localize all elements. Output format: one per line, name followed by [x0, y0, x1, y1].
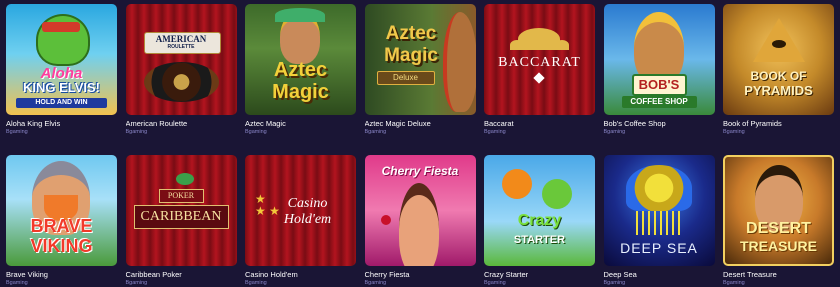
fruit-characters-icon [502, 169, 532, 199]
palm-tree-icon [175, 173, 194, 185]
art-line-1: Aztec [385, 23, 437, 44]
game-title[interactable]: American Roulette [126, 119, 237, 128]
game-card-caribbean-poker[interactable]: POKER CARIBBEAN Caribbean Poker Bgaming [125, 155, 237, 287]
game-provider: Bgaming [603, 280, 626, 286]
game-title[interactable]: Aloha King Elvis [6, 119, 117, 128]
game-card-cherry-fiesta[interactable]: Cherry Fiesta Cherry Fiesta Bgaming [364, 155, 476, 287]
game-title[interactable]: Desert Treasure [723, 270, 834, 279]
game-thumbnail[interactable]: AMERICAN ROULETTE [125, 4, 237, 115]
game-card-bobs-coffee-shop[interactable]: BOB'S COFFEE SHOP Bob's Coffee Shop Bgam… [603, 4, 715, 136]
art-line-1: BOB'S [631, 74, 687, 96]
art-line-1: DESERT [746, 220, 811, 237]
jellyfish-icon [625, 165, 692, 211]
game-thumbnail[interactable]: DESERT TREASURE [723, 155, 834, 266]
game-thumbnail[interactable]: BOB'S COFFEE SHOP [603, 4, 715, 115]
game-provider: Bgaming [484, 280, 506, 286]
roulette-wheel-icon [143, 62, 219, 102]
game-thumbnail[interactable]: Aztec Magic [245, 4, 356, 115]
game-card-aloha-king-elvis[interactable]: Aloha KING ELVIS! HOLD AND WIN Aloha Kin… [6, 4, 117, 136]
game-card-american-roulette[interactable]: AMERICAN ROULETTE American Roulette Bgam… [125, 4, 237, 136]
art-line-1: DEEP SEA [620, 240, 698, 256]
game-thumbnail[interactable]: POKER CARIBBEAN [125, 155, 237, 266]
art-line-2: COFFEE SHOP [621, 96, 697, 108]
art-line-1: BRAVE [30, 216, 93, 236]
game-thumbnail[interactable]: BOOK OF PYRAMIDS [723, 4, 834, 115]
game-provider: Bgaming [245, 129, 267, 135]
game-title[interactable]: Bob's Coffee Shop [604, 119, 715, 128]
game-title[interactable]: Deep Sea [604, 270, 715, 279]
game-title[interactable]: Caribbean Poker [126, 270, 237, 279]
art-line-2: ROULETTE [167, 44, 195, 50]
game-title[interactable]: Book of Pyramids [723, 119, 834, 128]
game-thumbnail[interactable]: ★ ★ ★ Casino Hold'em [245, 155, 356, 266]
game-card-crazy-starter[interactable]: Crazy STARTER Crazy Starter Bgaming [484, 155, 595, 287]
art-line-1: Aztec [273, 59, 328, 81]
cherry-girl-icon [398, 183, 439, 266]
game-card-book-of-pyramids[interactable]: BOOK OF PYRAMIDS Book of Pyramids Bgamin… [723, 4, 834, 136]
art-line-3: HOLD AND WIN [16, 98, 107, 108]
game-grid: Aloha KING ELVIS! HOLD AND WIN Aloha Kin… [6, 4, 834, 287]
game-card-deep-sea[interactable]: DEEP SEA Deep Sea Bgaming [603, 155, 715, 287]
game-thumbnail[interactable]: BACCARAT [484, 4, 595, 115]
game-provider: Bgaming [364, 129, 387, 135]
game-thumbnail[interactable]: Aztec Magic Deluxe [364, 4, 476, 115]
game-provider: Bgaming [6, 129, 28, 135]
art-line-2: Magic [272, 81, 329, 103]
art-line-1: AMERICAN [155, 34, 207, 44]
game-thumbnail[interactable]: BRAVE VIKING [6, 155, 117, 266]
art-line-1: BACCARAT [498, 55, 581, 70]
game-card-aztec-magic[interactable]: Aztec Magic Aztec Magic Bgaming [245, 4, 356, 136]
game-card-desert-treasure[interactable]: DESERT TREASURE Desert Treasure Bgaming [723, 155, 834, 287]
game-title[interactable]: Crazy Starter [484, 270, 595, 279]
game-title[interactable]: Cherry Fiesta [365, 270, 476, 279]
art-line-2: CARIBBEAN [133, 205, 229, 229]
game-provider: Bgaming [484, 129, 506, 135]
art-line-2: TREASURE [739, 238, 817, 254]
art-line-2: Magic [384, 45, 438, 66]
art-line-3: Deluxe [376, 71, 435, 85]
game-card-casino-holdem[interactable]: ★ ★ ★ Casino Hold'em Casino Hold'em Bgami… [245, 155, 356, 287]
game-provider: Bgaming [6, 280, 28, 286]
game-provider: Bgaming [723, 280, 745, 286]
game-card-baccarat[interactable]: BACCARAT Baccarat Bgaming [484, 4, 595, 136]
art-line-1: Crazy [517, 212, 562, 229]
game-thumbnail[interactable]: Cherry Fiesta [364, 155, 476, 266]
art-line-2: KING ELVIS! [22, 80, 101, 95]
art-line-1: Aloha [40, 65, 83, 82]
game-provider: Bgaming [125, 280, 148, 286]
dome-icon [518, 28, 560, 50]
game-thumbnail[interactable]: DEEP SEA [603, 155, 715, 266]
art-line-2: VIKING [30, 236, 93, 256]
game-title[interactable]: Aztec Magic Deluxe [365, 119, 476, 128]
art-line-1: Cherry Fiesta [381, 164, 459, 178]
art-line-1: Casino [287, 196, 328, 211]
game-provider: Bgaming [723, 129, 745, 135]
game-title[interactable]: Brave Viking [6, 270, 117, 279]
game-provider: Bgaming [245, 280, 267, 286]
diamond-icon [533, 72, 545, 84]
game-title[interactable]: Casino Hold'em [245, 270, 356, 279]
game-card-brave-viking[interactable]: BRAVE VIKING Brave Viking Bgaming [6, 155, 117, 287]
art-line-2: Hold'em [283, 212, 332, 227]
game-thumbnail[interactable]: Aloha KING ELVIS! HOLD AND WIN [6, 4, 117, 115]
art-line-1: BOOK OF [750, 69, 807, 83]
game-title[interactable]: Baccarat [484, 119, 595, 128]
game-card-aztec-magic-deluxe[interactable]: Aztec Magic Deluxe Aztec Magic Deluxe Bg… [364, 4, 476, 136]
art-line-2: STARTER [513, 234, 566, 246]
game-title[interactable]: Aztec Magic [245, 119, 356, 128]
game-thumbnail[interactable]: Crazy STARTER [484, 155, 595, 266]
art-line-2: PYRAMIDS [744, 83, 813, 98]
art-line-1: POKER [158, 189, 204, 203]
game-provider: Bgaming [603, 129, 626, 135]
game-provider: Bgaming [125, 129, 148, 135]
game-provider: Bgaming [364, 280, 387, 286]
